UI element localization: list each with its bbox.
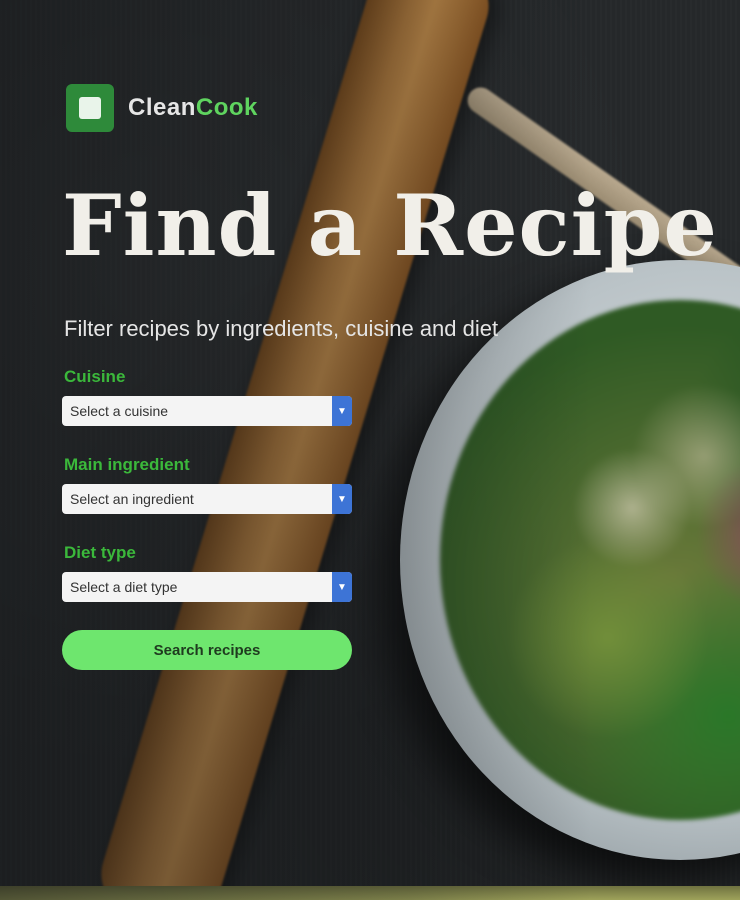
chevron-down-icon[interactable]: ▼: [332, 396, 352, 426]
chevron-down-icon[interactable]: ▼: [332, 484, 352, 514]
square-logo-icon: [66, 84, 114, 132]
diet-label: Diet type: [64, 543, 136, 562]
diet-selected-value: Select a diet type: [70, 579, 178, 595]
page-subtitle: Filter recipes by ingredients, cuisine a…: [64, 316, 499, 341]
cuisine-select[interactable]: Select a cuisine ▼: [62, 396, 352, 426]
ingredient-selected-value: Select an ingredient: [70, 491, 194, 507]
recipe-filter-form: Cuisine Select a cuisine ▼ Main ingredie…: [62, 364, 352, 670]
diet-select[interactable]: Select a diet type ▼: [62, 572, 352, 602]
ingredient-label: Main ingredient: [64, 455, 190, 474]
chevron-down-icon[interactable]: ▼: [332, 572, 352, 602]
hero-content: CleanCook Find a Recipe Filter recipes b…: [0, 0, 740, 900]
brand-name-part2: Cook: [195, 94, 258, 121]
ingredient-select[interactable]: Select an ingredient ▼: [62, 484, 352, 514]
cuisine-label: Cuisine: [64, 367, 126, 386]
brand-logo[interactable]: CleanCook: [66, 84, 258, 132]
page-title: Find a Recipe: [62, 176, 718, 275]
brand-name: CleanCook: [128, 94, 258, 122]
search-button[interactable]: Search recipes: [62, 630, 352, 670]
cuisine-selected-value: Select a cuisine: [70, 403, 169, 419]
logo-mark: [79, 97, 101, 119]
brand-name-part1: Clean: [128, 94, 196, 121]
